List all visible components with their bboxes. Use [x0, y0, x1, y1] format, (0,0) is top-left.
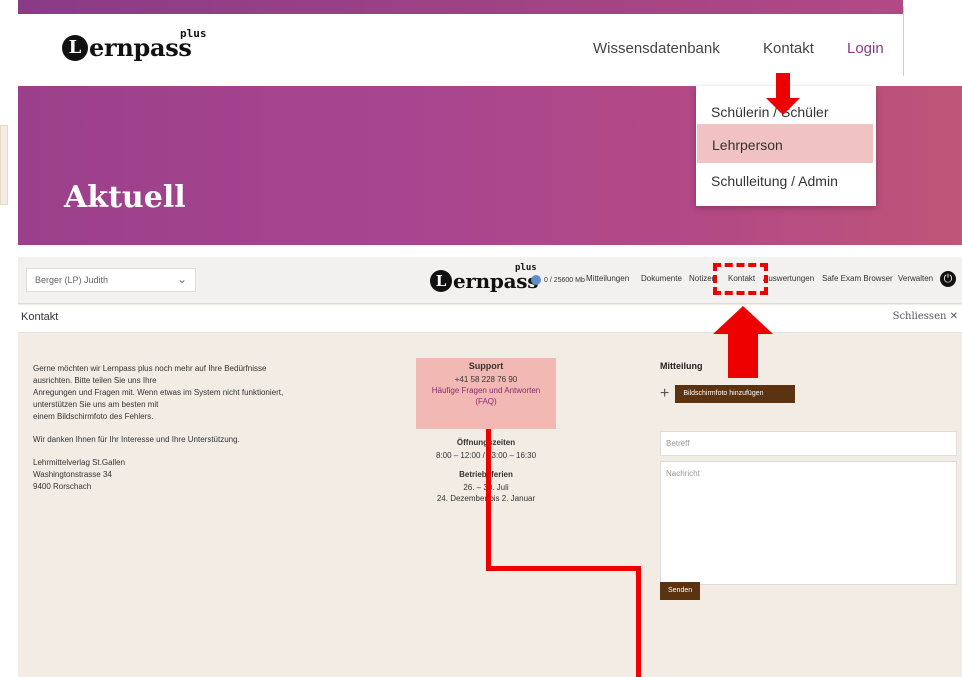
- nav-wissensdatenbank[interactable]: Wissensdatenbank: [593, 40, 720, 57]
- intro-line: ausrichten. Bitte teilen Sie uns Ihre: [33, 376, 157, 385]
- intro-line: Anregungen und Fragen mit. Wenn etwas im…: [33, 388, 284, 397]
- thanks-text: Wir danken Ihnen für Ihr Interesse und I…: [33, 435, 240, 444]
- support-heading: Support: [468, 361, 504, 371]
- app-toolbar: Berger (LP) Judith ⌄ L ernpass plus 0 / …: [18, 257, 962, 304]
- logo-mark-icon: L: [62, 34, 88, 61]
- user-select[interactable]: Berger (LP) Judith ⌄: [26, 268, 196, 292]
- attach-row: + Bildschirmfoto hinzufügen: [660, 385, 796, 403]
- annotation-arrow-shaft: [776, 73, 790, 99]
- dropdown-item-lehrperson[interactable]: Lehrperson: [697, 124, 873, 163]
- intro-paragraph: Gerne möchten wir Lernpass plus noch meh…: [33, 363, 283, 423]
- annotation-arrow-up-icon: [713, 306, 773, 334]
- faq-line: (FAQ): [475, 397, 497, 406]
- storage-icon: [531, 275, 541, 285]
- support-highlight: Support +41 58 228 76 90 Häufige Fragen …: [416, 358, 556, 429]
- message-form: Mitteilung + Bildschirmfoto hinzufügen: [660, 361, 796, 403]
- logout-icon[interactable]: ⏻: [940, 271, 956, 287]
- storage-indicator: 0 / 25600 Mb: [531, 275, 585, 285]
- intro-line: einem Bildschirmfoto des Fehlers.: [33, 412, 154, 421]
- address-line: 9400 Rorschach: [33, 482, 92, 491]
- left-decoration: [0, 125, 8, 205]
- faq-link[interactable]: Häufige Fragen und Antworten (FAQ): [416, 385, 556, 407]
- annotation-arrow-shaft: [728, 333, 758, 378]
- nav-login[interactable]: Login: [847, 40, 884, 57]
- annotation-line: [486, 429, 491, 570]
- menu-safe-exam-browser[interactable]: Safe Exam Browser: [822, 274, 893, 283]
- message-heading: Mitteilung: [660, 361, 703, 371]
- storage-text: 0 / 25600 Mb: [544, 276, 585, 284]
- lernpass-logo[interactable]: L ernpass plus: [62, 27, 207, 62]
- logo-mark-icon: L: [430, 270, 452, 292]
- annotation-line: [486, 566, 641, 571]
- contact-title: Kontakt: [21, 311, 59, 323]
- attach-screenshot-button[interactable]: Bildschirmfoto hinzufügen: [675, 385, 796, 403]
- send-button[interactable]: Senden: [660, 582, 701, 600]
- navbar-separator: [903, 6, 904, 76]
- contact-header: Kontakt Schliessen ✕: [18, 305, 962, 333]
- chevron-down-icon: ⌄: [176, 272, 187, 286]
- menu-auswertungen[interactable]: Auswertungen: [763, 274, 814, 283]
- annotation-line: [636, 566, 641, 677]
- address-line: Lehrmittelverlag St.Gallen: [33, 458, 126, 467]
- annotation-arrow-down-icon: [766, 98, 800, 115]
- user-select-value: Berger (LP) Judith: [35, 275, 109, 285]
- intro-line: unterstützen Sie uns am besten mit: [33, 400, 159, 409]
- intro-line: Gerne möchten wir Lernpass plus noch meh…: [33, 364, 267, 373]
- plus-icon[interactable]: +: [660, 386, 669, 402]
- site-navbar: L ernpass plus Wissensdatenbank Kontakt …: [18, 14, 903, 86]
- navbar-right-area: [903, 0, 962, 86]
- address: Lehrmittelverlag St.Gallen Washingtonstr…: [33, 457, 283, 493]
- logo-plus: plus: [180, 27, 207, 40]
- logo-wordmark: ernpass: [89, 33, 192, 62]
- annotation-highlight-box: [713, 263, 768, 295]
- message-textarea[interactable]: Nachricht: [660, 461, 957, 585]
- menu-dokumente[interactable]: Dokumente: [641, 274, 682, 283]
- logo-plus: plus: [515, 263, 537, 273]
- menu-verwalten[interactable]: Verwalten: [898, 274, 933, 283]
- support-phone[interactable]: +41 58 228 76 90: [416, 374, 556, 385]
- nav-kontakt[interactable]: Kontakt: [763, 40, 814, 57]
- top-strip: [18, 0, 962, 14]
- menu-mitteilungen[interactable]: Mitteilungen: [586, 274, 629, 283]
- page-title: Aktuell: [64, 180, 186, 215]
- close-label: Schliessen: [892, 311, 947, 322]
- contact-intro: Gerne möchten wir Lernpass plus noch meh…: [33, 363, 283, 504]
- address-line: Washingtonstrasse 34: [33, 470, 112, 479]
- close-button[interactable]: Schliessen ✕: [893, 311, 958, 322]
- faq-line: Häufige Fragen und Antworten: [431, 386, 541, 395]
- close-icon: ✕: [949, 311, 958, 322]
- app-logo[interactable]: L ernpass plus: [430, 263, 538, 293]
- subject-input[interactable]: Betreff: [660, 431, 957, 456]
- dropdown-item-schulleitung[interactable]: Schulleitung / Admin: [696, 173, 876, 189]
